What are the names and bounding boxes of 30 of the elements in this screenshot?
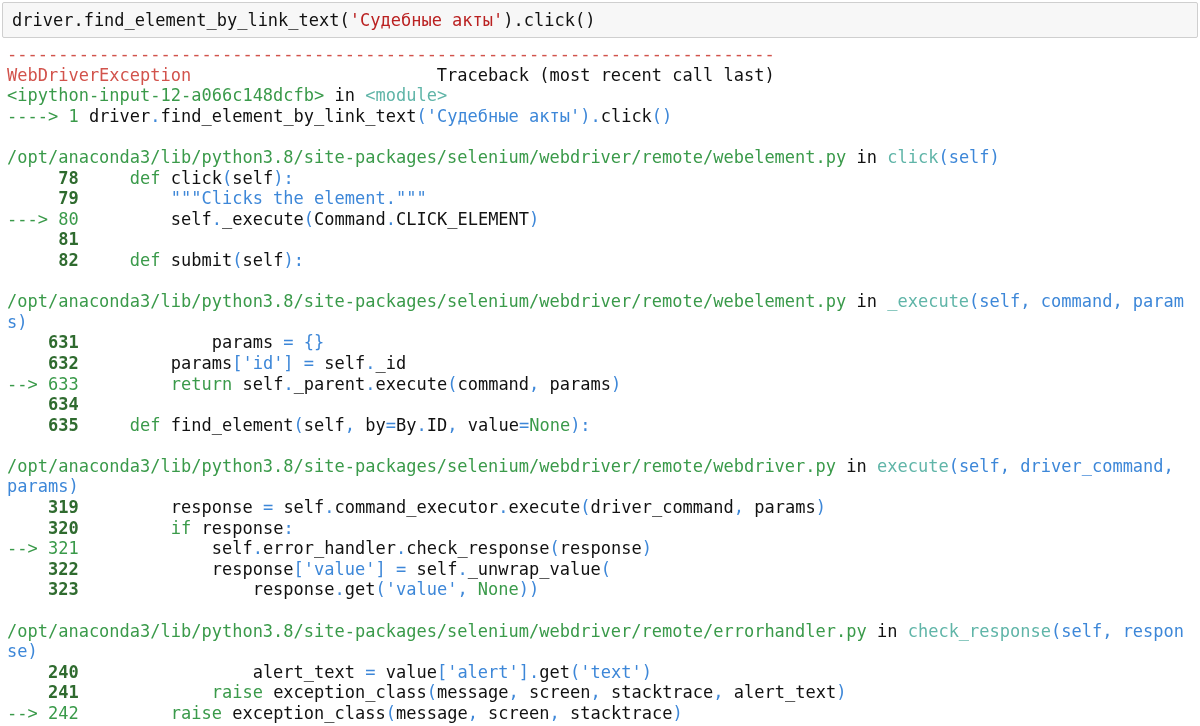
- traceback-line: --> 633 return self._parent.execute(command, params): [7, 373, 622, 395]
- traceback-line: 323 response.get('value', None)): [46, 579, 540, 601]
- traceback-line: ---> 80 self._execute(Command.CLICK_ELEMENT): [7, 208, 540, 230]
- traceback-line: 632 params['id'] = self._id: [46, 352, 407, 374]
- traceback-line: 320 if response:: [46, 517, 294, 539]
- traceback-line: 635 def find_element(self, by=By.ID, value=None):: [46, 414, 591, 436]
- traceback-line: 241 raise exception_class(message, screen, stacktrace, alert_text): [46, 682, 847, 703]
- traceback-line: /opt/anaconda3/lib/python3.8/site-packages/selenium/webdriver/remote/webelement.py in click(self): [7, 146, 1000, 168]
- traceback-line: ---------------------------------------------------------------------------: [7, 44, 775, 65]
- traceback-line: --> 242 raise exception_class(message, screen, stacktrace): [7, 703, 683, 724]
- traceback-line: <ipython-input-12-a066c148dcfb> in <module>: [7, 85, 448, 106]
- traceback-line: 240 alert_text = value['alert'].get('text'): [46, 661, 652, 683]
- traceback-line: 78 def click(self):: [57, 167, 294, 189]
- traceback-line: 634: [46, 394, 79, 415]
- traceback-line: ----> 1 driver.find_element_by_link_text('Судебные акты').click(): [7, 105, 673, 127]
- traceback-line: 631 params = {}: [46, 332, 325, 353]
- traceback-line: 79 """Clicks the element.""": [57, 188, 427, 209]
- traceback-line: se): [7, 641, 38, 662]
- traceback-line: s): [7, 311, 28, 333]
- traceback-line: 82 def submit(self):: [57, 249, 304, 271]
- traceback-line: /opt/anaconda3/lib/python3.8/site-packages/selenium/webdriver/remote/webelement.py in _execute(self, command, param: [7, 291, 1185, 312]
- traceback-line: 319 response = self.command_executor.execute(driver_command, params): [46, 497, 826, 518]
- traceback-line: params): [7, 476, 79, 498]
- traceback-line: 322 response['value'] = self._unwrap_value(: [46, 558, 611, 580]
- traceback-line: /opt/anaconda3/lib/python3.8/site-packages/selenium/webdriver/remote/webdriver.py in execute(self, driver_command,: [7, 455, 1174, 477]
- traceback-line: --> 321 self.error_handler.check_response(response): [7, 538, 652, 559]
- traceback-line: /opt/anaconda3/lib/python3.8/site-packages/selenium/webdriver/remote/errorhandler.py in check_response(self, respon: [7, 620, 1185, 642]
- traceback-line: 81: [57, 229, 79, 250]
- code-input-cell[interactable]: driver.find_element_by_link_text('Судебные акты').click(): [2, 2, 1198, 38]
- traceback-line: WebDriverException Traceback (most recent call last): [7, 64, 775, 86]
